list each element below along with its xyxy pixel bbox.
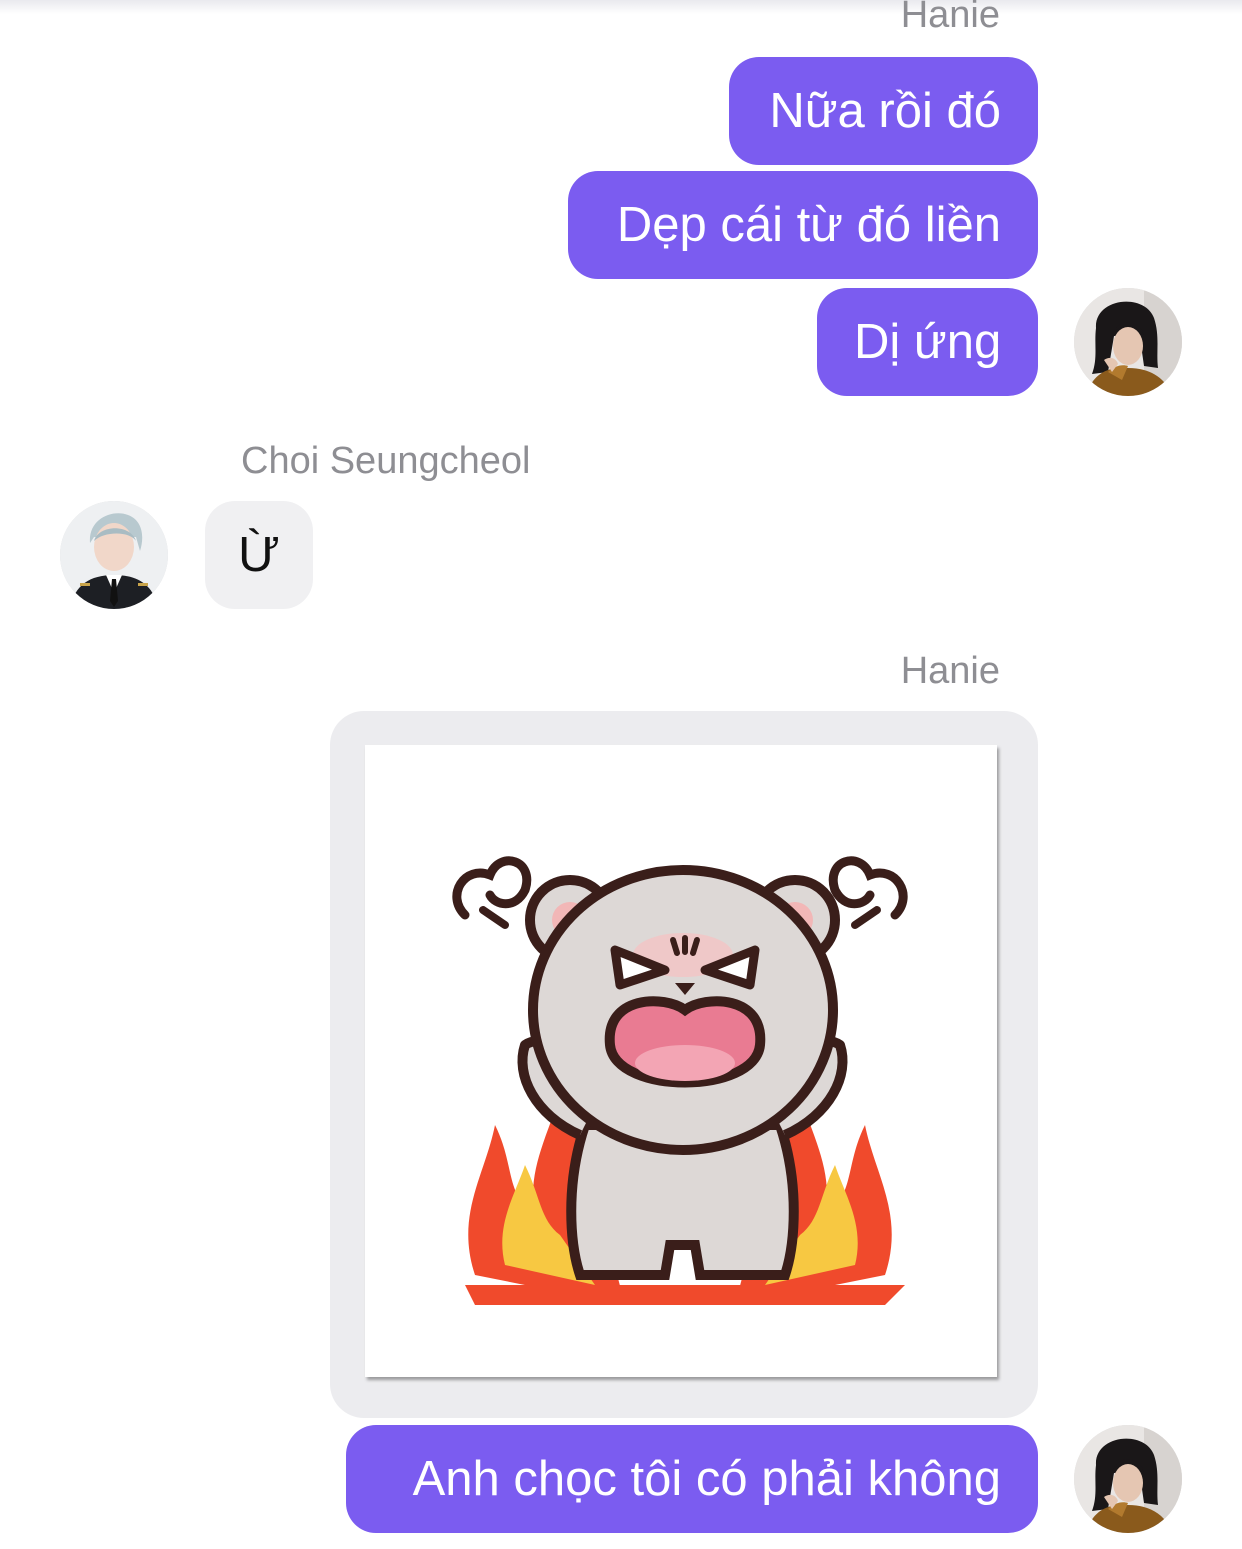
user-photo-avatar-icon: [1074, 288, 1182, 396]
sender-name-hanie: Hanie: [900, 0, 1000, 36]
message-bubble-outgoing[interactable]: Dị ứng: [817, 288, 1038, 396]
user-photo-avatar-icon: [60, 501, 168, 609]
angry-bear-sticker-icon: [365, 745, 997, 1377]
avatar-hanie[interactable]: [1074, 1425, 1182, 1533]
sender-name-hanie: Hanie: [900, 650, 1000, 692]
avatar-hanie[interactable]: [1074, 288, 1182, 396]
avatar-choi-seungcheol[interactable]: [60, 501, 168, 609]
message-bubble-incoming[interactable]: Ừ: [205, 501, 313, 609]
sender-name-choi-seungcheol: Choi Seungcheol: [241, 440, 531, 482]
chat-screen: Hanie Nữa rồi đó Dẹp cái từ đó liền Dị ứ…: [0, 0, 1242, 1549]
message-bubble-outgoing[interactable]: Nữa rồi đó: [729, 57, 1038, 165]
sticker-message[interactable]: [330, 711, 1038, 1418]
message-bubble-outgoing[interactable]: Anh chọc tôi có phải không: [346, 1425, 1038, 1533]
message-bubble-outgoing[interactable]: Dẹp cái từ đó liền: [568, 171, 1038, 279]
user-photo-avatar-icon: [1074, 1425, 1182, 1533]
top-edge-shadow: [0, 0, 1242, 14]
